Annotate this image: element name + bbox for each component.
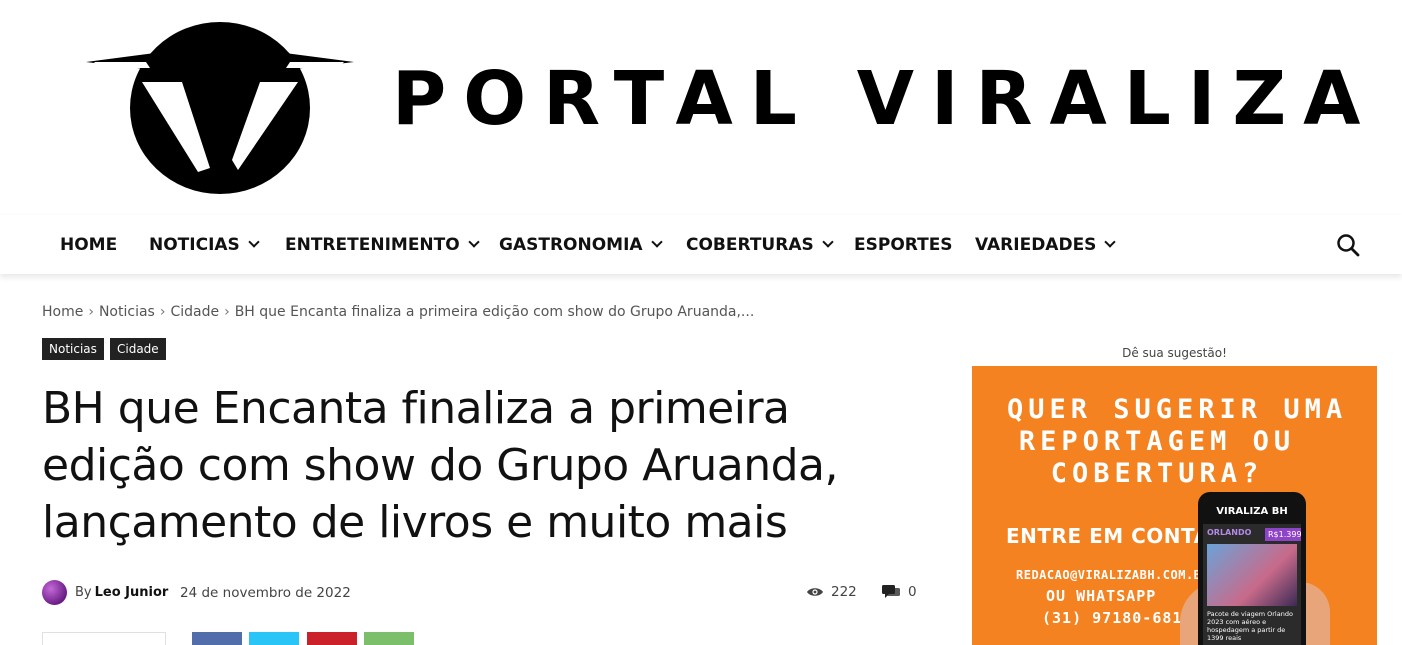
ad-email: REDACAO@VIRALIZABH.COM.BR — [1016, 568, 1210, 582]
breadcrumb-separator: › — [224, 304, 230, 320]
ad-headline-line: COBERTURA? — [1050, 458, 1264, 489]
comment-icon — [882, 585, 900, 598]
category-tag-noticias[interactable]: Noticias — [42, 338, 104, 360]
breadcrumb-separator: › — [88, 304, 94, 320]
site-header: PORTAL VIRALIZA — [0, 0, 1402, 215]
nav-item-noticias[interactable]: NOTICIAS — [149, 215, 260, 274]
nav-label: COBERTURAS — [686, 234, 814, 255]
nav-label: VARIEDADES — [975, 234, 1097, 255]
comment-count[interactable]: 0 — [882, 584, 917, 600]
share-pinterest-button[interactable] — [307, 632, 357, 645]
article-title: BH que Encanta finaliza a primeira ediçã… — [42, 383, 839, 548]
phone-brand: VIRALIZA BH — [1203, 500, 1301, 524]
breadcrumb-current: BH que Encanta finaliza a primeira ediçã… — [234, 304, 755, 320]
breadcrumb-separator: › — [159, 304, 166, 320]
nav-label: HOME — [60, 234, 118, 255]
nav-label: GASTRONOMIA — [499, 234, 643, 255]
chevron-down-icon — [822, 236, 834, 248]
ad-headline-line: QUER SUGERIR UMA — [1007, 394, 1348, 425]
author-avatar[interactable] — [42, 580, 67, 605]
share-counter-box — [42, 632, 166, 645]
publish-date: 24 de novembro de 2022 — [180, 585, 351, 601]
breadcrumb-home[interactable]: Home — [42, 304, 83, 320]
site-logo-text[interactable]: PORTAL VIRALIZA — [392, 62, 1377, 136]
phone-headline: Pacote de viagem Orlando 2023 com aéreo … — [1207, 610, 1293, 642]
share-whatsapp-button[interactable] — [364, 632, 414, 645]
ad-headline: QUER SUGERIR UMA REPORTAGEM OU COBERTURA… — [972, 394, 1348, 490]
chevron-down-icon — [1104, 236, 1117, 248]
breadcrumb-noticias[interactable]: Noticias — [99, 304, 155, 320]
ad-label: Dê sua sugestão! — [1122, 346, 1227, 360]
main-navigation: HOME NOTICIAS ENTRETENIMENTO GASTRONOMIA… — [0, 215, 1402, 274]
nav-item-esportes[interactable]: ESPORTES — [854, 215, 953, 274]
breadcrumb: Home › Noticias › Cidade › BH que Encanta fina… — [42, 304, 754, 320]
portal-viraliza-logo-icon[interactable] — [86, 10, 354, 198]
breadcrumb-cidade[interactable]: Cidade — [170, 304, 219, 320]
phone-price: R$1.399 — [1265, 528, 1301, 541]
chevron-down-icon — [248, 236, 260, 248]
author-byline: By Leo Junior — [75, 585, 168, 600]
author-name[interactable]: Leo Junior — [95, 585, 169, 600]
nav-label: NOTICIAS — [149, 234, 240, 255]
phone-screen: VIRALIZA BH ORLANDO R$1.399 Pacote de vi… — [1203, 500, 1301, 645]
share-twitter-button[interactable] — [249, 632, 299, 645]
nav-item-home[interactable]: HOME — [60, 215, 117, 274]
view-count: 222 — [806, 584, 857, 600]
eye-icon — [807, 588, 823, 596]
category-tag-cidade[interactable]: Cidade — [110, 338, 166, 360]
nav-item-entretenimento[interactable]: ENTRETENIMENTO — [285, 215, 480, 274]
comments-value: 0 — [908, 584, 917, 600]
nav-label: ESPORTES — [854, 234, 953, 255]
chevron-down-icon — [650, 236, 663, 248]
search-icon[interactable] — [1336, 233, 1360, 257]
sidebar-ad-banner[interactable]: QUER SUGERIR UMA REPORTAGEM OU COBERTURA… — [972, 366, 1377, 645]
views-value: 222 — [831, 584, 857, 600]
phone-tag: ORLANDO — [1207, 528, 1252, 537]
nav-item-coberturas[interactable]: COBERTURAS — [686, 215, 834, 274]
phone-thumbnail — [1207, 544, 1297, 606]
nav-label: ENTRETENIMENTO — [285, 234, 460, 255]
smartphone-image: VIRALIZA BH ORLANDO R$1.399 Pacote de vi… — [1198, 492, 1306, 645]
ad-whatsapp-label: OU WHATSAPP — [1046, 587, 1157, 605]
ad-headline-line: REPORTAGEM OU — [1018, 426, 1296, 457]
ad-phone-number: (31) 97180-6813 — [1042, 609, 1193, 627]
chevron-down-icon — [468, 236, 480, 248]
nav-item-variedades[interactable]: VARIEDADES — [975, 215, 1117, 274]
share-facebook-button[interactable] — [192, 632, 242, 645]
by-label: By — [75, 585, 92, 600]
nav-item-gastronomia[interactable]: GASTRONOMIA — [499, 215, 663, 274]
